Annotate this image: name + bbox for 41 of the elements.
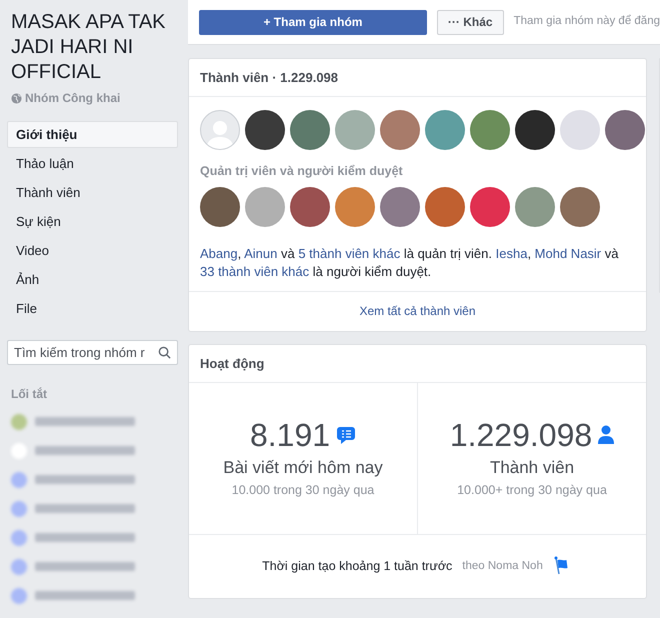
stat-subtext: 10.000 trong 30 ngày qua [232,482,374,499]
group-title: MASAK APA TAK JADI HARI NI OFFICIAL [10,10,167,85]
avatar-photo[interactable] [245,110,285,150]
created-info: Thời gian tạo khoảng 1 tuần trước [262,558,452,575]
avatar-photo[interactable] [200,186,240,227]
card-title: Thành viên · 1.229.098 [189,59,646,97]
admins-summary: Abang, Ainun và 5 thành viên khác là quản trị viên. Iesha, Mohd Nasir và 33 thành viên khác là người kiểm duyệt. [199,244,620,281]
stat-value: 1.229.098 [450,417,592,454]
member-link[interactable]: Mohd Nasir [534,246,602,261]
chat-icon [336,425,356,446]
join-group-button[interactable]: + Tham gia nhóm [199,10,427,34]
privacy-label: Nhóm Công khai [25,90,120,107]
stat-label: Thành viên [490,457,574,480]
nav-item[interactable]: Video [7,237,178,264]
nav-item[interactable]: Thành viên [7,179,178,206]
created-by: theo Noma Noh [462,558,543,574]
nav-item[interactable]: File [7,295,178,322]
globe-icon [11,92,22,104]
member-link[interactable]: Iesha [496,246,528,261]
card-title: Hoạt động [189,344,646,383]
member-link[interactable]: Abang [200,246,238,261]
nav-item[interactable]: Ảnh [7,266,178,293]
person-icon [598,425,614,446]
nav-item[interactable]: Giới thiệu [7,121,178,148]
search-field[interactable]: Tìm kiếm trong nhóm r [7,340,178,365]
more-button[interactable]: ··· Khác [436,10,504,34]
nav-item[interactable]: Thảo luận [7,150,178,177]
avatar-photo[interactable] [515,110,555,150]
join-hint: Tham gia nhóm này để đăng [514,14,660,30]
stat-subtext: 10.000+ trong 30 ngày qua [457,482,607,499]
section-heading: Quản trị viên và người kiểm duyệt [199,163,404,180]
section-heading: Lối tắt [10,386,48,403]
member-link[interactable]: 5 thành viên khác [298,246,400,261]
nav-item[interactable]: Sự kiện [7,208,178,235]
stat-label: Bài viết mới hôm nay [223,457,383,480]
search-icon[interactable] [158,346,171,359]
see-all-members-link[interactable]: Xem tất cả thành viên [359,302,476,320]
avatar-silhouette[interactable] [200,110,240,150]
member-link[interactable]: 33 thành viên khác [200,264,310,279]
member-link[interactable]: Ainun [244,246,278,261]
stat-value: 8.191 [250,417,330,454]
